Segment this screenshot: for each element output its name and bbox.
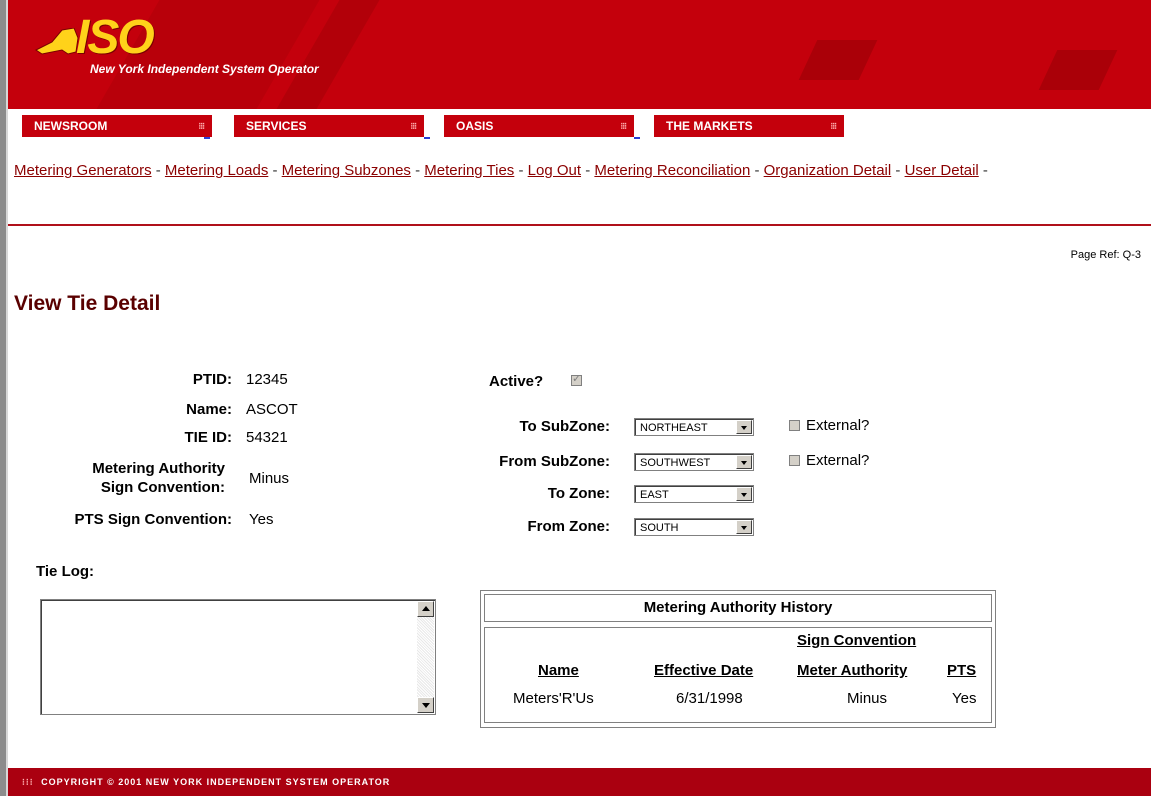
link-log-out[interactable]: Log Out (528, 162, 581, 179)
external-label: External? (806, 452, 870, 469)
history-table: Sign Convention Name Effective Date Mete… (484, 627, 992, 723)
to-subzone-external-checkbox[interactable] (789, 420, 800, 431)
link-separator: - (895, 162, 901, 179)
tab-services[interactable]: SERVICES ⁝⁝⁝ (234, 115, 424, 137)
tab-label: THE MARKETS (666, 119, 753, 133)
tie-log-scrollbar[interactable] (417, 601, 434, 713)
link-separator: - (155, 162, 161, 179)
select-value: SOUTHWEST (640, 457, 711, 469)
active-label: Active? (489, 373, 544, 390)
chevron-down-icon (736, 455, 752, 469)
link-separator: - (518, 162, 524, 179)
header-banner: ISO New York Independent System Operator (8, 0, 1151, 109)
tab-oasis[interactable]: OASIS ⁝⁝⁝ (444, 115, 634, 137)
link-metering-loads[interactable]: Metering Loads (165, 162, 268, 179)
history-cell-authority: Minus (847, 690, 888, 707)
history-col-header: Name (538, 662, 579, 679)
tab-dots-icon: ⁝⁝⁝ (410, 121, 417, 131)
select-value: NORTHEAST (640, 422, 708, 434)
link-metering-ties[interactable]: Metering Ties (424, 162, 514, 179)
from-zone-select[interactable]: SOUTH (634, 518, 754, 536)
tab-underline-marker (204, 137, 210, 139)
tab-the-markets[interactable]: THE MARKETS ⁝⁝⁝ (654, 115, 844, 137)
to-zone-select[interactable]: EAST (634, 485, 754, 503)
tab-newsroom[interactable]: NEWSROOM ⁝⁝⁝ (22, 115, 212, 137)
tab-dots-icon: ⁝⁝⁝ (620, 121, 627, 131)
from-subzone-external-checkbox[interactable] (789, 455, 800, 466)
pts-sign-label: PTS Sign Convention: (74, 511, 233, 528)
tie-id-value: 54321 (246, 429, 288, 446)
tab-label: SERVICES (246, 119, 307, 133)
logo-text[interactable]: ISO (76, 12, 155, 64)
from-subzone-label: From SubZone: (499, 453, 610, 470)
banner-shade (798, 40, 878, 80)
history-cell-pts: Yes (952, 690, 977, 707)
ptid-label: PTID: (192, 371, 232, 388)
banner-shade (1038, 50, 1118, 90)
tab-underline-marker (634, 137, 640, 139)
link-metering-subzones[interactable]: Metering Subzones (282, 162, 411, 179)
name-value: ASCOT (246, 401, 298, 418)
history-title: Metering Authority History (484, 594, 992, 622)
tie-id-label: TIE ID: (184, 429, 233, 446)
ptid-value: 12345 (246, 371, 288, 388)
link-separator: - (415, 162, 421, 179)
metering-links: Metering Generators - Metering Loads - M… (14, 157, 1134, 184)
link-separator: - (754, 162, 760, 179)
history-group-header: Sign Convention (797, 632, 917, 649)
history-col-header: Meter Authority (797, 662, 908, 679)
history-cell-name: Meters'R'Us (513, 690, 594, 707)
tab-dots-icon: ⁝⁝⁝ (198, 121, 205, 131)
footer-copyright: COPYRIGHT © 2001 NEW YORK INDEPENDENT SY… (41, 777, 391, 787)
name-label: Name: (186, 401, 232, 418)
history-cell-date: 6/31/1998 (676, 690, 743, 707)
link-organization-detail[interactable]: Organization Detail (764, 162, 892, 179)
scroll-up-icon[interactable] (417, 601, 434, 617)
footer: ⁝⁝⁝ COPYRIGHT © 2001 NEW YORK INDEPENDEN… (8, 768, 1151, 796)
history-col-header: Effective Date (654, 662, 754, 679)
external-label: External? (806, 417, 870, 434)
link-metering-reconciliation[interactable]: Metering Reconciliation (594, 162, 750, 179)
tie-log-label: Tie Log: (36, 563, 95, 580)
to-subzone-select[interactable]: NORTHEAST (634, 418, 754, 436)
tab-label: NEWSROOM (34, 119, 108, 133)
scroll-down-icon[interactable] (417, 697, 434, 713)
link-metering-generators[interactable]: Metering Generators (14, 162, 152, 179)
select-value: SOUTH (640, 522, 679, 534)
tie-log-textarea[interactable] (40, 599, 436, 715)
chevron-down-icon (736, 487, 752, 501)
select-value: EAST (640, 489, 669, 501)
link-separator: - (982, 162, 988, 179)
new-york-state-icon (35, 28, 79, 55)
nav-bar: NEWSROOM ⁝⁝⁝ SERVICES ⁝⁝⁝ OASIS ⁝⁝⁝ THE … (8, 109, 1151, 137)
metering-authority-history: Metering Authority History Sign Conventi… (480, 590, 996, 728)
link-separator: - (585, 162, 591, 179)
to-subzone-label: To SubZone: (519, 418, 610, 435)
metering-authority-sign-label: Metering Authority Sign Convention: (92, 459, 225, 497)
logo-subtitle: New York Independent System Operator (90, 62, 319, 76)
from-zone-label: From Zone: (527, 518, 611, 535)
link-separator: - (272, 162, 278, 179)
pts-sign-value: Yes (249, 511, 274, 528)
chevron-down-icon (736, 520, 752, 534)
page-ref: Page Ref: Q-3 (1070, 249, 1141, 261)
history-col-header: PTS (947, 662, 977, 679)
active-checkbox[interactable] (571, 372, 582, 386)
label-line: Metering Authority (92, 460, 225, 477)
link-user-detail[interactable]: User Detail (905, 162, 979, 179)
metering-authority-sign-value: Minus (249, 470, 290, 487)
tab-dots-icon: ⁝⁝⁝ (830, 121, 837, 131)
tab-label: OASIS (456, 119, 494, 133)
footer-dots-icon: ⁝⁝⁝ (22, 777, 34, 787)
to-zone-label: To Zone: (547, 485, 610, 502)
label-line: Sign Convention: (100, 479, 225, 496)
from-subzone-select[interactable]: SOUTHWEST (634, 453, 754, 471)
chevron-down-icon (736, 420, 752, 434)
tab-underline-marker (424, 137, 430, 139)
divider (8, 224, 1151, 226)
page-title: View Tie Detail (14, 292, 161, 315)
site-header: ISO New York Independent System Operator… (8, 0, 1151, 137)
